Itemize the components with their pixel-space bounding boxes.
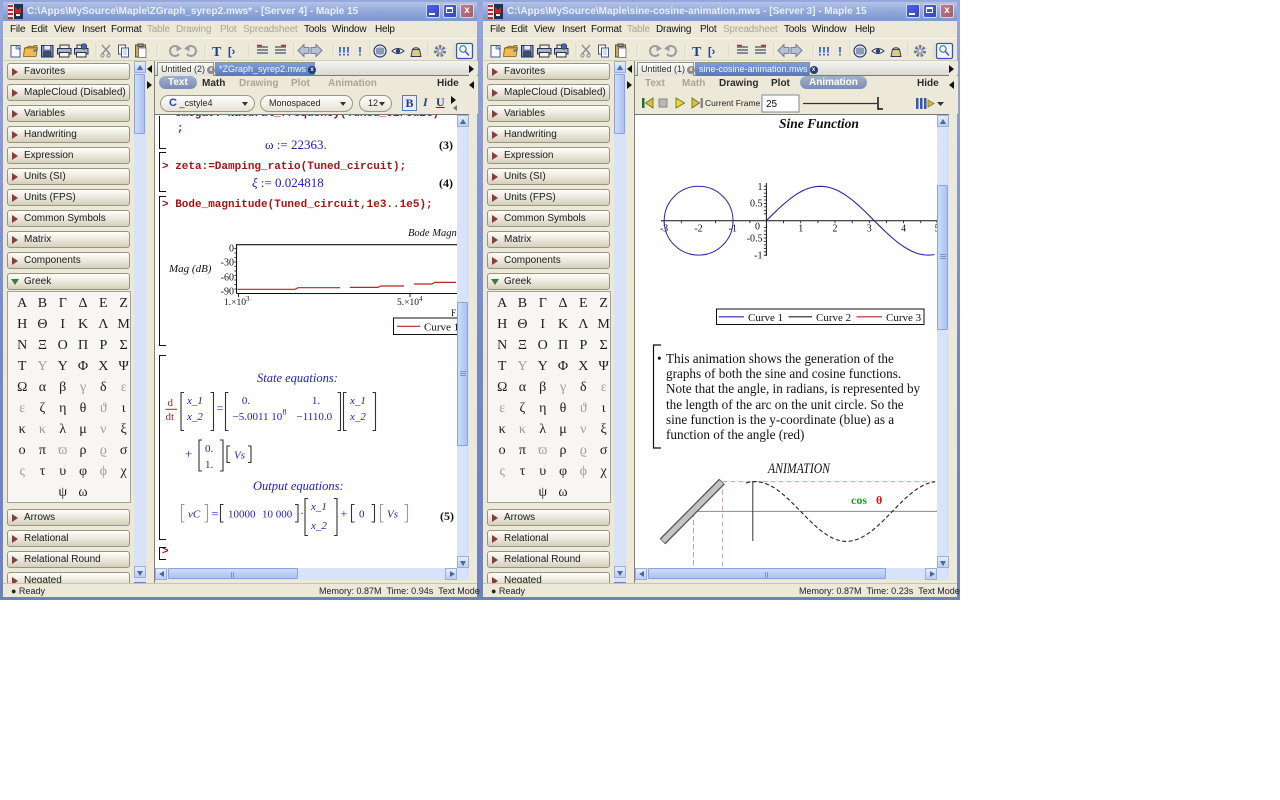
svg-text:Curve 1: Curve 1 bbox=[424, 322, 457, 334]
svg-text:x_1: x_1 bbox=[310, 501, 327, 513]
svg-text:25: 25 bbox=[766, 99, 778, 110]
svg-text:1: 1 bbox=[758, 182, 763, 193]
svg-text:x_1: x_1 bbox=[349, 395, 366, 407]
svg-text:[›: [› bbox=[228, 46, 236, 58]
svg-text:−5.0011 10: −5.0011 10 bbox=[233, 411, 283, 423]
svg-text:=: = bbox=[217, 401, 224, 415]
svg-text:F: F bbox=[451, 308, 456, 318]
svg-text:Mag (dB): Mag (dB) bbox=[168, 263, 212, 275]
svg-text:x_2: x_2 bbox=[349, 411, 366, 423]
svg-text:10 000: 10 000 bbox=[262, 509, 293, 521]
svg-text:!!!: !!! bbox=[338, 45, 350, 59]
svg-text:Vs: Vs bbox=[234, 450, 245, 462]
svg-text:-1: -1 bbox=[754, 251, 762, 262]
svg-text:Vs: Vs bbox=[387, 509, 398, 521]
svg-text:0.: 0. bbox=[205, 443, 214, 455]
svg-text:0.: 0. bbox=[242, 395, 251, 407]
svg-text:!!!: !!! bbox=[818, 45, 830, 59]
svg-text:0: 0 bbox=[359, 509, 365, 521]
svg-text:+: + bbox=[185, 446, 192, 461]
svg-text:Curve 2: Curve 2 bbox=[816, 312, 851, 324]
svg-text:0.5: 0.5 bbox=[750, 199, 763, 210]
svg-text:2: 2 bbox=[833, 224, 838, 235]
svg-text:-0.5: -0.5 bbox=[747, 234, 763, 245]
svg-text:1.: 1. bbox=[312, 395, 321, 407]
svg-text:.: . bbox=[301, 505, 304, 517]
svg-text:x_2: x_2 bbox=[310, 520, 327, 532]
svg-text:!: ! bbox=[838, 45, 842, 59]
svg-text:=: = bbox=[212, 507, 219, 521]
svg-text:Curve 3: Curve 3 bbox=[886, 312, 922, 324]
svg-text:d: d bbox=[168, 397, 174, 409]
svg-text:−1110.0: −1110.0 bbox=[297, 411, 333, 423]
svg-text:x_2: x_2 bbox=[186, 411, 203, 423]
svg-text:8: 8 bbox=[283, 408, 287, 417]
svg-text:vC: vC bbox=[188, 509, 201, 521]
svg-text:Current Frame: Current Frame bbox=[705, 98, 761, 108]
svg-text:Bode Magnit: Bode Magnit bbox=[408, 228, 457, 239]
svg-text:+: + bbox=[341, 507, 348, 521]
svg-text:1: 1 bbox=[798, 224, 803, 235]
svg-text:0: 0 bbox=[755, 222, 760, 233]
svg-text:-30: -30 bbox=[221, 258, 234, 269]
svg-text:10000: 10000 bbox=[228, 509, 256, 521]
svg-text:3: 3 bbox=[867, 224, 872, 235]
svg-text:1.: 1. bbox=[205, 459, 214, 471]
svg-text:4: 4 bbox=[901, 224, 906, 235]
svg-text:T: T bbox=[692, 45, 702, 60]
svg-text:T: T bbox=[212, 45, 222, 60]
svg-text:-2: -2 bbox=[694, 224, 702, 235]
svg-text:dt: dt bbox=[166, 411, 175, 423]
svg-text:x_1: x_1 bbox=[186, 395, 203, 407]
svg-text:-60: -60 bbox=[221, 273, 234, 284]
svg-text:[›: [› bbox=[708, 46, 716, 58]
svg-text:Curve 1: Curve 1 bbox=[748, 312, 783, 324]
svg-text:0: 0 bbox=[229, 244, 234, 255]
svg-text:!: ! bbox=[358, 45, 362, 59]
svg-text:-90: -90 bbox=[221, 287, 234, 298]
